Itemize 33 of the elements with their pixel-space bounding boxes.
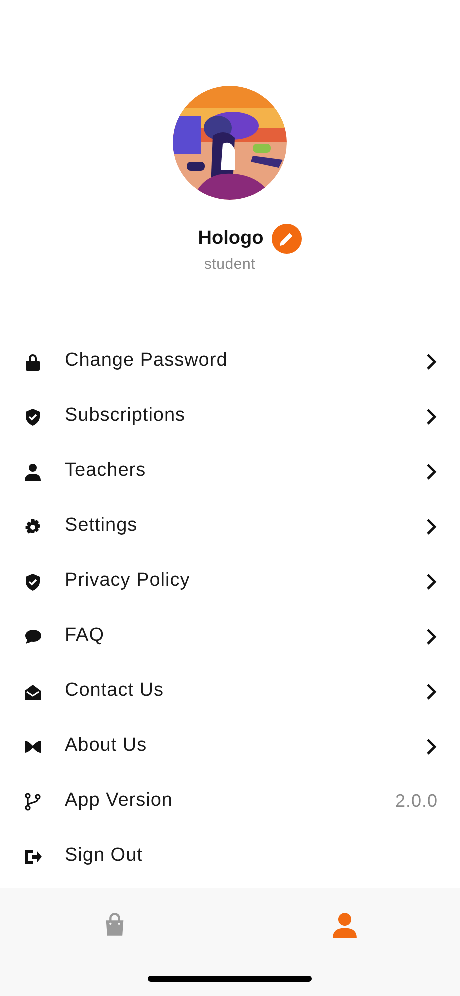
chevron-right-icon xyxy=(426,738,438,756)
gear-icon xyxy=(24,518,42,536)
menu-item[interactable]: Contact Us xyxy=(0,664,460,719)
chevron-right-icon xyxy=(426,628,438,646)
shield-check-icon xyxy=(24,572,42,590)
menu-item[interactable]: App Version 2.0.0 xyxy=(0,774,460,829)
chevron-right-icon xyxy=(426,352,438,370)
chevron-right-icon xyxy=(426,572,438,590)
menu-item[interactable]: Sign Out xyxy=(0,829,460,884)
chevron-right-icon xyxy=(426,518,438,536)
edit-button[interactable] xyxy=(272,224,302,254)
version-value: 2.0.0 xyxy=(395,790,438,813)
menu-item[interactable]: Privacy Policy xyxy=(0,554,460,609)
pencil-icon xyxy=(279,232,294,246)
menu-item[interactable]: Subscriptions xyxy=(0,389,460,444)
chevron-right-icon xyxy=(426,408,438,426)
open-envelope-icon xyxy=(24,682,42,700)
menu-item[interactable]: About Us xyxy=(0,719,460,774)
lock-icon xyxy=(24,352,42,370)
chevron-right-icon xyxy=(426,462,438,480)
user-icon xyxy=(24,462,42,480)
sign-out-icon xyxy=(24,848,42,866)
menu-item[interactable]: Teachers xyxy=(0,444,460,499)
menu-item[interactable]: Settings xyxy=(0,499,460,554)
menu-item[interactable]: FAQ xyxy=(0,609,460,664)
speech-bubble-icon xyxy=(24,628,42,646)
branch-icon xyxy=(24,792,42,810)
profile-role: student xyxy=(204,255,256,275)
chevron-right-icon xyxy=(426,682,438,700)
profile-name: Hologo xyxy=(198,226,264,251)
user-icon xyxy=(332,912,358,938)
menu-item[interactable]: Change Password xyxy=(0,334,460,389)
shield-check-icon xyxy=(24,408,42,426)
